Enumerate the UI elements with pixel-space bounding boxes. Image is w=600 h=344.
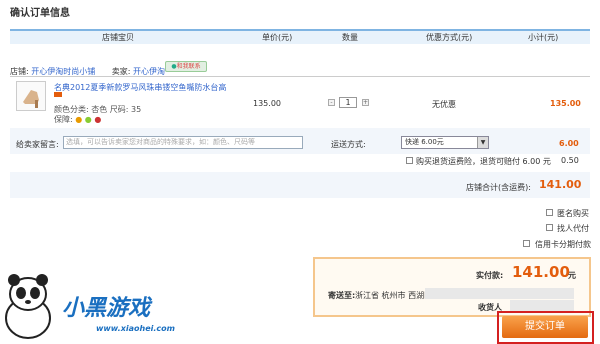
header-qty: 数量 bbox=[342, 33, 358, 42]
seven-day-return-icon[interactable]: ● bbox=[85, 115, 92, 124]
panda-mascot-icon bbox=[0, 270, 56, 340]
return-insurance-label: 购买退货运费险，退货可赔付 6.00 元 bbox=[416, 157, 551, 166]
shop-total-label: 店铺合计(含运费): bbox=[466, 183, 531, 192]
watermark-brand: 小黑游戏 bbox=[62, 296, 151, 321]
contact-seller-button[interactable]: ●和我联系 bbox=[165, 61, 207, 72]
shop-label: 店铺: bbox=[10, 67, 29, 76]
qty-increase-button[interactable]: + bbox=[362, 99, 369, 106]
seller-name-link[interactable]: 开心伊淘 bbox=[133, 67, 165, 76]
guarantee-row: 保障: ● ● ● bbox=[54, 114, 101, 125]
page-title: 确认订单信息 bbox=[10, 8, 70, 19]
seller-message-input[interactable]: 选填，可以告诉卖家您对商品的特殊要求，如：颜色、尺码等 bbox=[63, 136, 303, 149]
message-label: 给卖家留言: bbox=[16, 140, 59, 149]
installment-checkbox[interactable] bbox=[523, 240, 530, 247]
shop-name-link[interactable]: 开心伊淘时尚小铺 bbox=[31, 67, 95, 76]
shipping-select[interactable]: 快递 6.00元 ▼ bbox=[401, 136, 489, 149]
return-insurance-checkbox[interactable] bbox=[406, 157, 413, 164]
color-label: 颜色分类: bbox=[54, 105, 89, 114]
paid-value: 141.00 bbox=[512, 263, 570, 281]
header-discount: 优惠方式(元) bbox=[426, 33, 473, 42]
shop-total-value: 141.00 bbox=[539, 178, 582, 191]
size-value: 35 bbox=[131, 105, 142, 114]
unit-price: 135.00 bbox=[253, 99, 281, 108]
address-redacted bbox=[425, 288, 574, 299]
ship-to-address: 浙江省 杭州市 西湖区 bbox=[355, 291, 433, 300]
installment-label: 信用卡分期付款 bbox=[535, 240, 591, 249]
discount-value: 无优惠 bbox=[432, 100, 456, 109]
ship-to-label: 寄送至: bbox=[328, 291, 356, 300]
size-label: 尺码: bbox=[109, 105, 129, 114]
product-thumbnail[interactable] bbox=[16, 81, 46, 111]
header-item: 店铺宝贝 bbox=[102, 33, 134, 42]
proxy-pay-label: 找人代付 bbox=[557, 224, 589, 233]
paid-unit: 元 bbox=[568, 271, 576, 280]
authentic-icon[interactable]: ● bbox=[94, 115, 101, 124]
color-value: 杏色 bbox=[91, 105, 108, 114]
header-price: 单价(元) bbox=[262, 33, 293, 42]
shipping-selected-value: 快递 6.00元 bbox=[405, 138, 444, 146]
paid-label: 实付款: bbox=[476, 271, 504, 280]
shipping-label: 运送方式: bbox=[331, 140, 366, 149]
product-title-link[interactable]: 名典2012夏季新款罗马风珠串镂空鱼嘴防水台高跟... bbox=[54, 82, 226, 93]
seller-label: 卖家: bbox=[111, 67, 131, 76]
anonymous-label: 匿名购买 bbox=[557, 209, 589, 218]
header-subtotal: 小计(元) bbox=[528, 33, 559, 42]
contact-label: 和我联系 bbox=[176, 63, 201, 70]
guarantee-badge-icon[interactable]: ● bbox=[75, 115, 82, 124]
shipping-fee: 6.00 bbox=[559, 139, 579, 148]
proxy-pay-checkbox[interactable] bbox=[546, 224, 553, 231]
qty-decrease-button[interactable]: - bbox=[328, 99, 335, 106]
order-table-header: 店铺宝贝 单价(元) 数量 优惠方式(元) 小计(元) bbox=[10, 29, 590, 44]
anonymous-checkbox[interactable] bbox=[546, 209, 553, 216]
watermark-url: www.xiaohei.com bbox=[96, 324, 175, 333]
sandal-image-icon bbox=[23, 90, 39, 108]
promo-badge-icon bbox=[54, 92, 62, 97]
qty-input[interactable]: 1 bbox=[339, 97, 357, 108]
guarantee-label: 保障: bbox=[54, 115, 73, 124]
submit-order-button[interactable]: 提交订单 bbox=[502, 316, 588, 338]
return-insurance-fee: 0.50 bbox=[561, 156, 579, 165]
item-subtotal: 135.00 bbox=[550, 99, 581, 108]
chevron-down-icon: ▼ bbox=[477, 137, 488, 148]
receiver-redacted bbox=[510, 300, 574, 311]
